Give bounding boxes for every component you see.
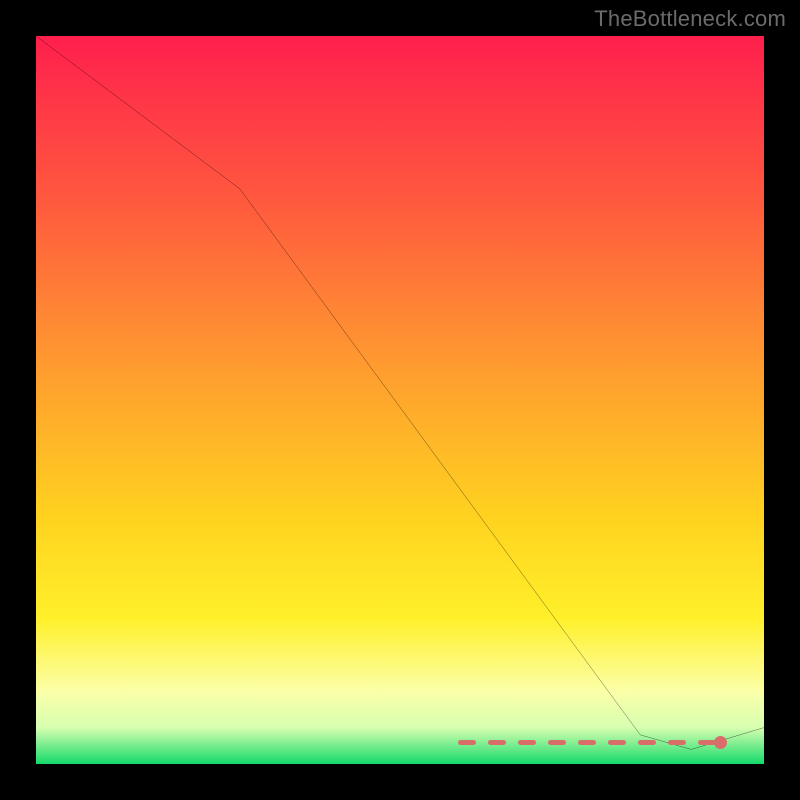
chart-curve: [36, 36, 764, 764]
chart-plot-area: [36, 36, 764, 764]
attribution-watermark: TheBottleneck.com: [594, 6, 786, 32]
intersection-marker: [714, 736, 727, 749]
